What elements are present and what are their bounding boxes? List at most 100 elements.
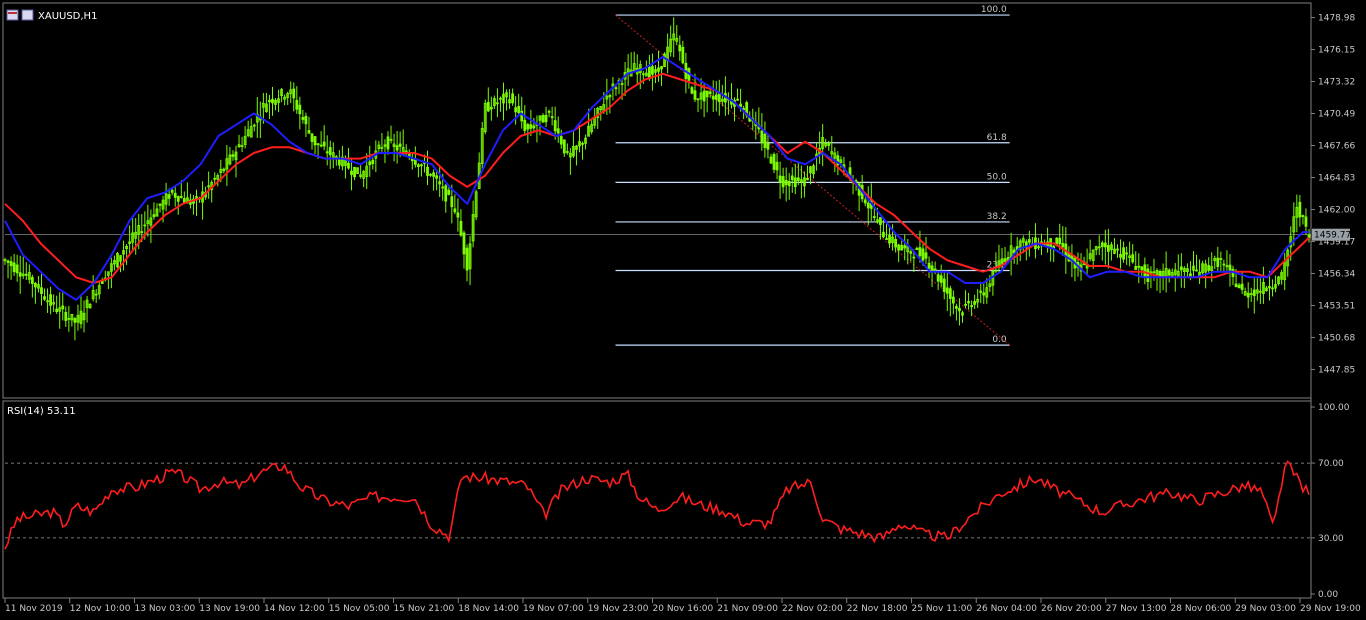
candle-body: [763, 133, 767, 149]
candle-body: [526, 124, 530, 130]
candle-body: [511, 93, 515, 104]
candle-body: [231, 154, 235, 157]
current-price-label: 1459.77: [1314, 231, 1351, 241]
candle-body: [939, 275, 943, 283]
price-tick-label: 1462.00: [1318, 205, 1355, 215]
candle-body: [550, 116, 554, 119]
fib-level-label: 50.0: [987, 172, 1007, 182]
candle-body: [866, 202, 870, 209]
time-tick-label: 27 Nov 13:00: [1106, 604, 1167, 614]
candle-body: [882, 231, 885, 238]
candle-body: [948, 288, 952, 299]
rsi-panel-frame: [2, 400, 1312, 599]
candle-body: [778, 175, 782, 183]
candle-body: [398, 143, 402, 147]
candle-body: [951, 296, 955, 304]
candle-body: [827, 142, 831, 146]
candle-body: [49, 294, 52, 306]
candle-body: [769, 156, 773, 164]
candle-body: [1131, 254, 1135, 263]
price-tick-label: 1470.49: [1318, 110, 1355, 120]
time-tick-label: 26 Nov 20:00: [1041, 604, 1102, 614]
candle-body: [316, 143, 320, 145]
chart-canvas[interactable]: XAUUSD,H1 RSI(14) 53.11 1478.98 1476.15 14…: [0, 0, 1366, 620]
candle-body: [213, 177, 217, 180]
candle-body: [1228, 264, 1232, 271]
time-tick-label: 21 Nov 09:00: [717, 604, 778, 614]
candle-body: [438, 181, 442, 185]
price-tick-label: 1473.32: [1318, 78, 1355, 88]
candle-body: [918, 247, 922, 257]
chart-window: XAUUSD,H1 RSI(14) 53.11 1478.98 1476.15 14…: [0, 0, 1366, 620]
candle-body: [863, 199, 867, 204]
rsi-indicator: 100.00 70.00 30.00 0.00: [4, 403, 1350, 600]
time-tick-label: 19 Nov 07:00: [523, 604, 584, 614]
candle-body: [547, 110, 551, 113]
candle-body: [967, 300, 970, 304]
candle-body: [33, 282, 37, 288]
candle-body: [295, 99, 299, 110]
price-tick-label: 1478.98: [1318, 14, 1355, 24]
time-tick-label: 28 Nov 06:00: [1171, 604, 1232, 614]
candle-body: [1304, 216, 1308, 227]
candle-body: [1195, 269, 1198, 272]
candle-body: [368, 161, 372, 166]
time-tick-label: 13 Nov 03:00: [135, 604, 196, 614]
rsi-tick-label: 70.00: [1318, 459, 1344, 469]
candle-body: [1061, 243, 1065, 248]
candle-body: [12, 262, 16, 273]
candle-body: [541, 115, 545, 123]
candle-body: [1167, 269, 1171, 276]
candle-body: [328, 147, 332, 156]
candle-body: [964, 303, 967, 306]
candle-body: [772, 154, 776, 170]
candle-body: [9, 261, 13, 267]
time-tick-label: 20 Nov 16:00: [653, 604, 714, 614]
candle-body: [933, 268, 937, 271]
candle-body: [173, 192, 177, 198]
candle-body: [1246, 292, 1250, 298]
candle-body: [182, 198, 186, 203]
candle-body: [1252, 289, 1256, 297]
time-tick-label: 22 Nov 18:00: [847, 604, 908, 614]
candle-body: [927, 262, 931, 269]
candle-body: [903, 245, 907, 249]
time-tick-label: 19 Nov 23:00: [588, 604, 649, 614]
candle-body: [1234, 283, 1238, 288]
candle-body: [18, 272, 22, 277]
candle-body: [459, 220, 463, 236]
candle-body: [435, 175, 439, 179]
candle-body: [450, 196, 454, 208]
candle-body: [1219, 258, 1223, 260]
candle-body: [322, 141, 326, 147]
time-axis: 11 Nov 2019 12 Nov 10:00 13 Nov 03:00 13 No…: [4, 598, 1361, 614]
candle-body: [714, 94, 718, 100]
candle-body: [784, 179, 788, 186]
candle-body: [176, 196, 180, 202]
candle-body: [787, 180, 791, 187]
candle-body: [888, 234, 891, 244]
price-tick-label: 1476.15: [1318, 46, 1355, 56]
time-tick-label: 14 Nov 12:00: [264, 604, 325, 614]
candle-body: [678, 44, 682, 52]
candle-body: [1268, 286, 1271, 289]
candle-body: [1179, 266, 1183, 271]
symbol-title: XAUUSD,H1: [38, 11, 97, 22]
candle-body: [292, 88, 296, 99]
candle-body: [444, 185, 448, 202]
candle-body: [517, 106, 521, 114]
time-tick-label: 15 Nov 05:00: [329, 604, 390, 614]
candle-body: [307, 130, 311, 134]
candle-body: [1097, 246, 1101, 249]
candle-body: [879, 217, 882, 225]
candle-body: [717, 93, 721, 102]
candle-body: [705, 90, 709, 98]
candle-body: [426, 166, 429, 176]
candle-body: [1237, 284, 1241, 289]
candle-body: [24, 273, 28, 276]
candle-body: [1258, 290, 1262, 293]
candle-body: [945, 287, 949, 294]
candle-body: [693, 90, 697, 100]
rsi-title: RSI(14) 53.11: [7, 406, 76, 417]
candle-body: [921, 248, 925, 261]
